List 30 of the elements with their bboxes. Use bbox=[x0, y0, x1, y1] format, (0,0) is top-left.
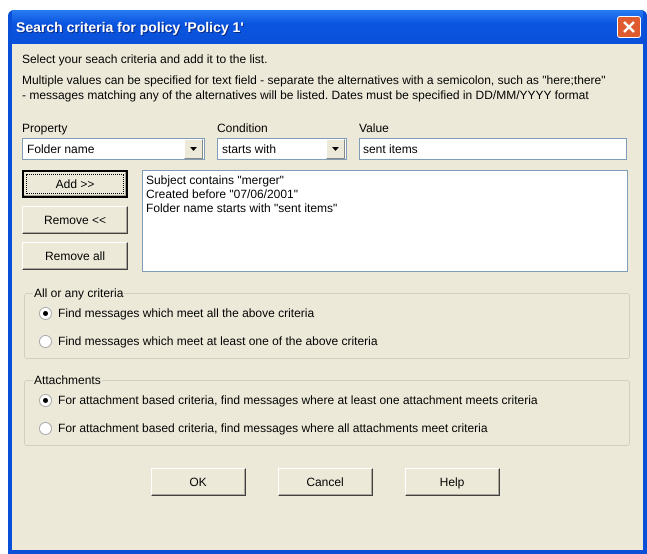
value-field[interactable]: sent items bbox=[359, 138, 627, 160]
dialog-button[interactable]: Help bbox=[404, 468, 500, 496]
criteria-item[interactable]: Folder name starts with "sent items" bbox=[146, 201, 624, 215]
group-title: Attachments bbox=[33, 373, 102, 387]
radio-button[interactable] bbox=[39, 306, 52, 320]
group-title: All or any criteria bbox=[33, 286, 124, 300]
close-button[interactable] bbox=[617, 16, 641, 38]
radio-label[interactable]: Find messages which meet at least one of the above criteria bbox=[58, 334, 378, 348]
window-title: Search criteria for policy 'Policy 1' bbox=[16, 19, 244, 35]
criteria-button[interactable]: Add >> bbox=[22, 170, 128, 198]
value-label: Value bbox=[359, 121, 390, 135]
close-icon bbox=[622, 20, 636, 34]
radio-button[interactable] bbox=[39, 394, 52, 406]
radio-label[interactable]: Find messages which meet all the above criteria bbox=[58, 306, 314, 320]
property-label: Property bbox=[22, 121, 68, 135]
dialog-button[interactable]: Cancel bbox=[278, 468, 372, 496]
instruction-text: Select your seach criteria and add it to the list. bbox=[22, 52, 268, 67]
dialog-button[interactable]: OK bbox=[150, 468, 246, 496]
help-text: Multiple values can be specified for text field - separate the alternatives with a semicolon, such as "here;there" - messages matching any of the alternatives will be listed. Dates must be specified in DD/MM/YYYY format bbox=[22, 73, 606, 103]
property-dropdown[interactable]: Folder name bbox=[22, 138, 205, 160]
radio-label[interactable]: For attachment based criteria, find messages where all attachments meet criteria bbox=[58, 421, 488, 435]
radio-button[interactable] bbox=[39, 422, 52, 434]
criteria-item[interactable]: Created before "07/06/2001" bbox=[146, 187, 624, 201]
criteria-button[interactable]: Remove all bbox=[22, 242, 128, 270]
radio-button[interactable] bbox=[39, 334, 52, 348]
condition-label: Condition bbox=[217, 121, 269, 135]
criteria-item[interactable]: Subject contains "merger" bbox=[146, 173, 624, 187]
radio-label[interactable]: For attachment based criteria, find messages where at least one attachment meets criteria bbox=[58, 393, 538, 407]
criteria-button[interactable]: Remove << bbox=[22, 206, 128, 234]
condition-dropdown[interactable]: starts with bbox=[217, 138, 347, 160]
